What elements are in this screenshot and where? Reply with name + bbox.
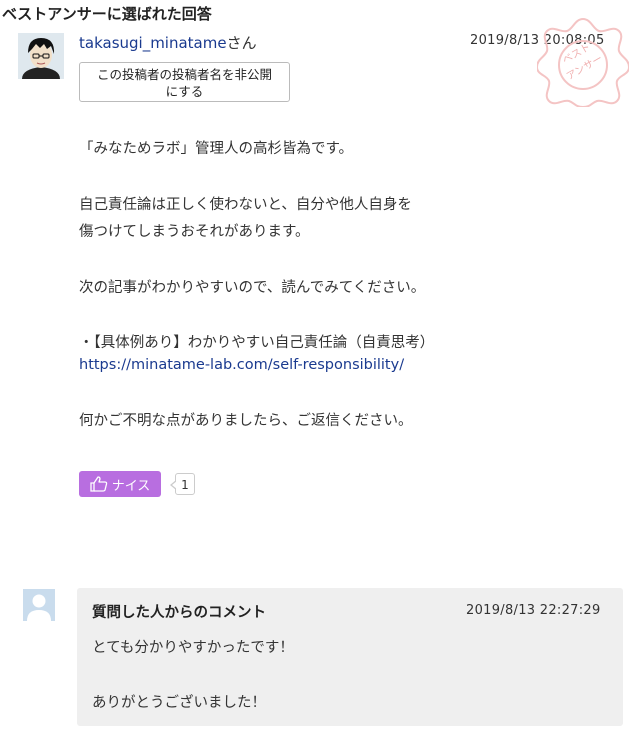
comment-text-line: とても分かりやすかったです！ — [92, 640, 294, 656]
answer-text-line: 自己責任論は正しく使わないと、自分や他人自身を — [79, 197, 412, 213]
hide-poster-name-button[interactable]: この投稿者の投稿者名を非公開 にする — [79, 62, 290, 102]
nice-button[interactable]: ナイス — [79, 471, 161, 497]
questioner-avatar — [23, 589, 55, 621]
hide-poster-name-label-line2: にする — [165, 84, 204, 99]
answer-text-line: ・【具体例あり】わかりやすい自己責任論（自責思考） — [79, 335, 435, 351]
answer-text-line: 何かご不明な点がありましたら、ご返信ください。 — [79, 413, 413, 429]
best-answer-heading: ベストアンサーに選ばれた回答 — [2, 5, 212, 23]
comment-date: 2019/8/13 22:27:29 — [466, 603, 601, 618]
answer-link-line: https://minatame-lab.com/self-responsibi… — [79, 357, 404, 373]
nice-label: ナイス — [111, 478, 151, 494]
article-link[interactable]: https://minatame-lab.com/self-responsibi… — [79, 357, 404, 373]
honorific: さん — [226, 34, 257, 52]
answer-text-line: 傷つけてしまうおそれがあります。 — [79, 224, 310, 240]
answerer-name: takasugi_minatameさん — [79, 32, 257, 53]
answer-text-line: 「みなためラボ」管理人の高杉皆為です。 — [79, 141, 354, 157]
thumbs-up-icon — [90, 476, 107, 492]
answerer-name-link[interactable]: takasugi_minatame — [79, 34, 227, 52]
comment-title: 質問した人からのコメント — [92, 605, 266, 621]
user-avatar[interactable] — [18, 33, 64, 79]
nice-count: 1 — [170, 473, 195, 495]
best-answer-seal-icon: ベスト アンサー — [537, 17, 629, 107]
comment-text-line: ありがとうございました！ — [92, 695, 266, 711]
answer-text-line: 次の記事がわかりやすいので、読んでみてください。 — [79, 280, 426, 296]
hide-poster-name-label-line1: この投稿者の投稿者名を非公開 — [96, 67, 272, 82]
